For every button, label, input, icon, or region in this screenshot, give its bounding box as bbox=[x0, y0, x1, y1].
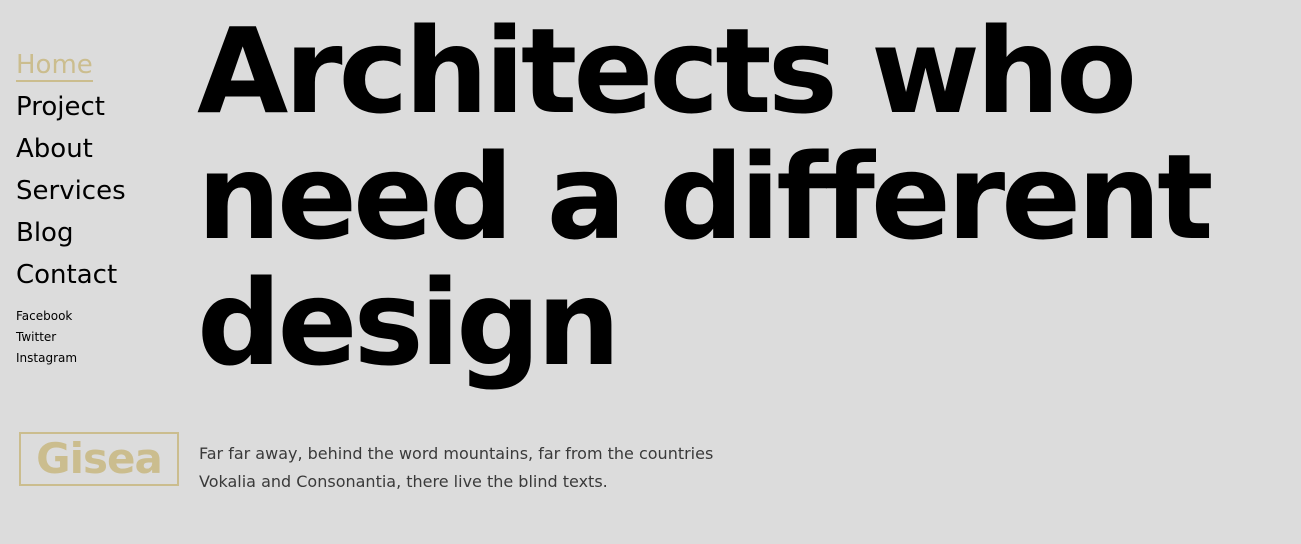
description-line: Vokalia and Consonantia, there live the … bbox=[199, 472, 608, 491]
social-link-twitter[interactable]: Twitter bbox=[16, 327, 77, 348]
nav-item-label: Contact bbox=[16, 260, 118, 290]
social-link-instagram[interactable]: Instagram bbox=[16, 348, 77, 369]
nav-item-project[interactable]: Project bbox=[16, 86, 186, 128]
nav-item-about[interactable]: About bbox=[16, 128, 186, 170]
description-line: Far far away, behind the word mountains,… bbox=[199, 444, 714, 463]
social-link-facebook[interactable]: Facebook bbox=[16, 306, 77, 327]
nav-item-blog[interactable]: Blog bbox=[16, 212, 186, 254]
nav-item-services[interactable]: Services bbox=[16, 170, 186, 212]
headline-line: design bbox=[197, 254, 621, 392]
nav-item-contact[interactable]: Contact bbox=[16, 254, 186, 296]
brand-logo[interactable]: Gisea bbox=[19, 432, 179, 486]
nav-item-home[interactable]: Home bbox=[16, 44, 186, 86]
headline-line: Architects who bbox=[197, 2, 1137, 140]
headline-line: need a different bbox=[197, 128, 1214, 266]
hero-headline: Architects who need a different design bbox=[197, 8, 1287, 386]
social-links: Facebook Twitter Instagram bbox=[16, 306, 77, 369]
nav-item-label: About bbox=[16, 134, 93, 164]
hero-description: Far far away, behind the word mountains,… bbox=[199, 440, 759, 496]
nav-item-label: Services bbox=[16, 176, 126, 206]
main-nav: Home Project About Services Blog Contact bbox=[16, 44, 186, 296]
nav-item-label: Home bbox=[16, 50, 93, 82]
nav-item-label: Blog bbox=[16, 218, 74, 248]
nav-item-label: Project bbox=[16, 92, 105, 122]
page: Home Project About Services Blog Contact… bbox=[0, 0, 1301, 544]
